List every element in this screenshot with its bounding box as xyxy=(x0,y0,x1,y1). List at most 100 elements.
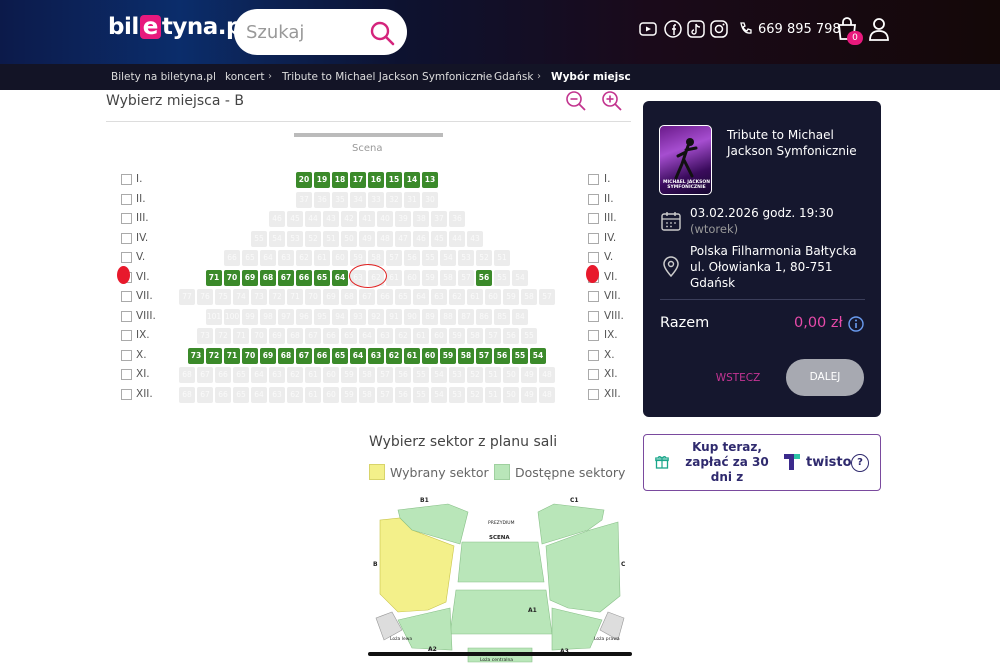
seat-unavailable: 54 xyxy=(440,250,456,266)
user-icon[interactable] xyxy=(867,16,891,42)
row-checkbox-right[interactable] xyxy=(588,291,599,302)
seat-unavailable: 88 xyxy=(440,309,456,325)
seat-unavailable: 55 xyxy=(422,250,438,266)
seat-available[interactable]: 57 xyxy=(476,348,492,364)
seat-available[interactable]: 64 xyxy=(332,270,348,286)
row-checkbox-left[interactable] xyxy=(121,389,132,400)
row-checkbox-left[interactable] xyxy=(121,194,132,205)
row-checkbox-right[interactable] xyxy=(588,194,599,205)
seat-available[interactable]: 17 xyxy=(350,172,366,188)
row-checkbox-left[interactable] xyxy=(121,311,132,322)
next-button[interactable]: DALEJ xyxy=(786,359,864,396)
horizontal-scrollbar[interactable] xyxy=(368,652,632,656)
phone-link[interactable]: 669 895 798 xyxy=(738,19,841,39)
seat-available[interactable]: 18 xyxy=(332,172,348,188)
loza-lewa[interactable] xyxy=(375,611,403,641)
youtube-icon[interactable] xyxy=(638,19,658,39)
seat-available[interactable]: 69 xyxy=(242,270,258,286)
seat-available[interactable]: 54 xyxy=(530,348,546,364)
row-checkbox-left[interactable] xyxy=(121,369,132,380)
row-checkbox-right[interactable] xyxy=(588,213,599,224)
row-checkbox-right[interactable] xyxy=(588,311,599,322)
logo[interactable]: bil e tyna.pl xyxy=(108,14,250,40)
seat-available[interactable]: 65 xyxy=(314,270,330,286)
row-checkbox-right[interactable] xyxy=(588,350,599,361)
seat-available[interactable]: 60 xyxy=(422,348,438,364)
seat-available[interactable]: 20 xyxy=(296,172,312,188)
seat-available[interactable]: 61 xyxy=(404,348,420,364)
seat-available[interactable]: 64 xyxy=(350,348,366,364)
seat-available[interactable]: 19 xyxy=(314,172,330,188)
breadcrumb-category[interactable]: koncert xyxy=(225,71,264,83)
row-checkbox-right[interactable] xyxy=(588,369,599,380)
row-checkbox-left[interactable] xyxy=(121,174,132,185)
seat-available[interactable]: 66 xyxy=(314,348,330,364)
loza-prawa[interactable] xyxy=(599,611,625,641)
seat-unavailable: 51 xyxy=(485,367,501,383)
facebook-icon[interactable] xyxy=(663,19,683,39)
seat-available[interactable]: 13 xyxy=(422,172,438,188)
stage-area xyxy=(457,541,545,583)
sector-a3[interactable] xyxy=(551,607,603,651)
seat-available[interactable]: 55 xyxy=(512,348,528,364)
sector-a2[interactable] xyxy=(397,607,453,651)
seat-unavailable: 68 xyxy=(287,328,303,344)
row-checkbox-right[interactable] xyxy=(588,330,599,341)
stage-bar xyxy=(294,133,443,137)
row-checkbox-left[interactable] xyxy=(121,350,132,361)
search-icon[interactable] xyxy=(368,19,396,47)
row-checkbox-right[interactable] xyxy=(588,174,599,185)
seat-unavailable: 85 xyxy=(494,309,510,325)
row-checkbox-left[interactable] xyxy=(121,233,132,244)
zoom-out-icon[interactable] xyxy=(565,90,587,112)
poster-text: MICHAEL JACKSON SYMFONICZNIE xyxy=(663,180,710,190)
seat-available[interactable]: 71 xyxy=(224,348,240,364)
info-icon[interactable] xyxy=(848,316,864,332)
row-checkbox-left[interactable] xyxy=(121,330,132,341)
seat-available[interactable]: 58 xyxy=(458,348,474,364)
seat-available[interactable]: 72 xyxy=(206,348,222,364)
seat-available[interactable]: 16 xyxy=(368,172,384,188)
seat-available[interactable]: 14 xyxy=(404,172,420,188)
seat-unavailable: 51 xyxy=(494,250,510,266)
seat-unavailable: 73 xyxy=(251,289,267,305)
row-checkbox-right[interactable] xyxy=(588,252,599,263)
search-input[interactable] xyxy=(246,17,361,47)
seat-available[interactable]: 68 xyxy=(278,348,294,364)
seat-map-title: Wybierz miejsca - B xyxy=(106,93,244,109)
breadcrumb-home[interactable]: Bilety na biletyna.pl xyxy=(111,71,216,83)
seat-unavailable: 49 xyxy=(521,367,537,383)
zoom-in-icon[interactable] xyxy=(601,90,623,112)
back-button[interactable]: WSTECZ xyxy=(706,361,770,395)
seat-available[interactable]: 66 xyxy=(296,270,312,286)
seat-available[interactable]: 15 xyxy=(386,172,402,188)
seat-available[interactable]: 68 xyxy=(260,270,276,286)
seat-available[interactable]: 71 xyxy=(206,270,222,286)
help-icon[interactable]: ? xyxy=(851,454,869,472)
seat-available[interactable]: 70 xyxy=(242,348,258,364)
row-checkbox-left[interactable] xyxy=(121,213,132,224)
breadcrumb: Bilety na biletyna.pl › koncert › Tribut… xyxy=(0,64,1000,90)
seat-unavailable: 60 xyxy=(485,289,501,305)
seat-available[interactable]: 56 xyxy=(494,348,510,364)
seat-available[interactable]: 63 xyxy=(368,348,384,364)
row-checkbox-left[interactable] xyxy=(121,252,132,263)
seat-available[interactable]: 56 xyxy=(476,270,492,286)
row-checkbox-right[interactable] xyxy=(588,389,599,400)
row-checkbox-right[interactable] xyxy=(588,233,599,244)
seat-available[interactable]: 69 xyxy=(260,348,276,364)
breadcrumb-event[interactable]: Tribute to Michael Jackson Symfonicznie xyxy=(282,71,492,83)
row-checkbox-left[interactable] xyxy=(121,291,132,302)
instagram-icon[interactable] xyxy=(709,19,729,39)
seat-available[interactable]: 73 xyxy=(188,348,204,364)
seat-available[interactable]: 67 xyxy=(278,270,294,286)
seat-available[interactable]: 65 xyxy=(332,348,348,364)
seat-available[interactable]: 67 xyxy=(296,348,312,364)
breadcrumb-city[interactable]: Gdańsk xyxy=(494,71,533,83)
seat-available[interactable]: 59 xyxy=(440,348,456,364)
seat-available[interactable]: 62 xyxy=(386,348,402,364)
seat-available[interactable]: 70 xyxy=(224,270,240,286)
gift-icon xyxy=(655,455,669,469)
seat-unavailable: 60 xyxy=(323,387,339,403)
tiktok-icon[interactable] xyxy=(686,19,706,39)
